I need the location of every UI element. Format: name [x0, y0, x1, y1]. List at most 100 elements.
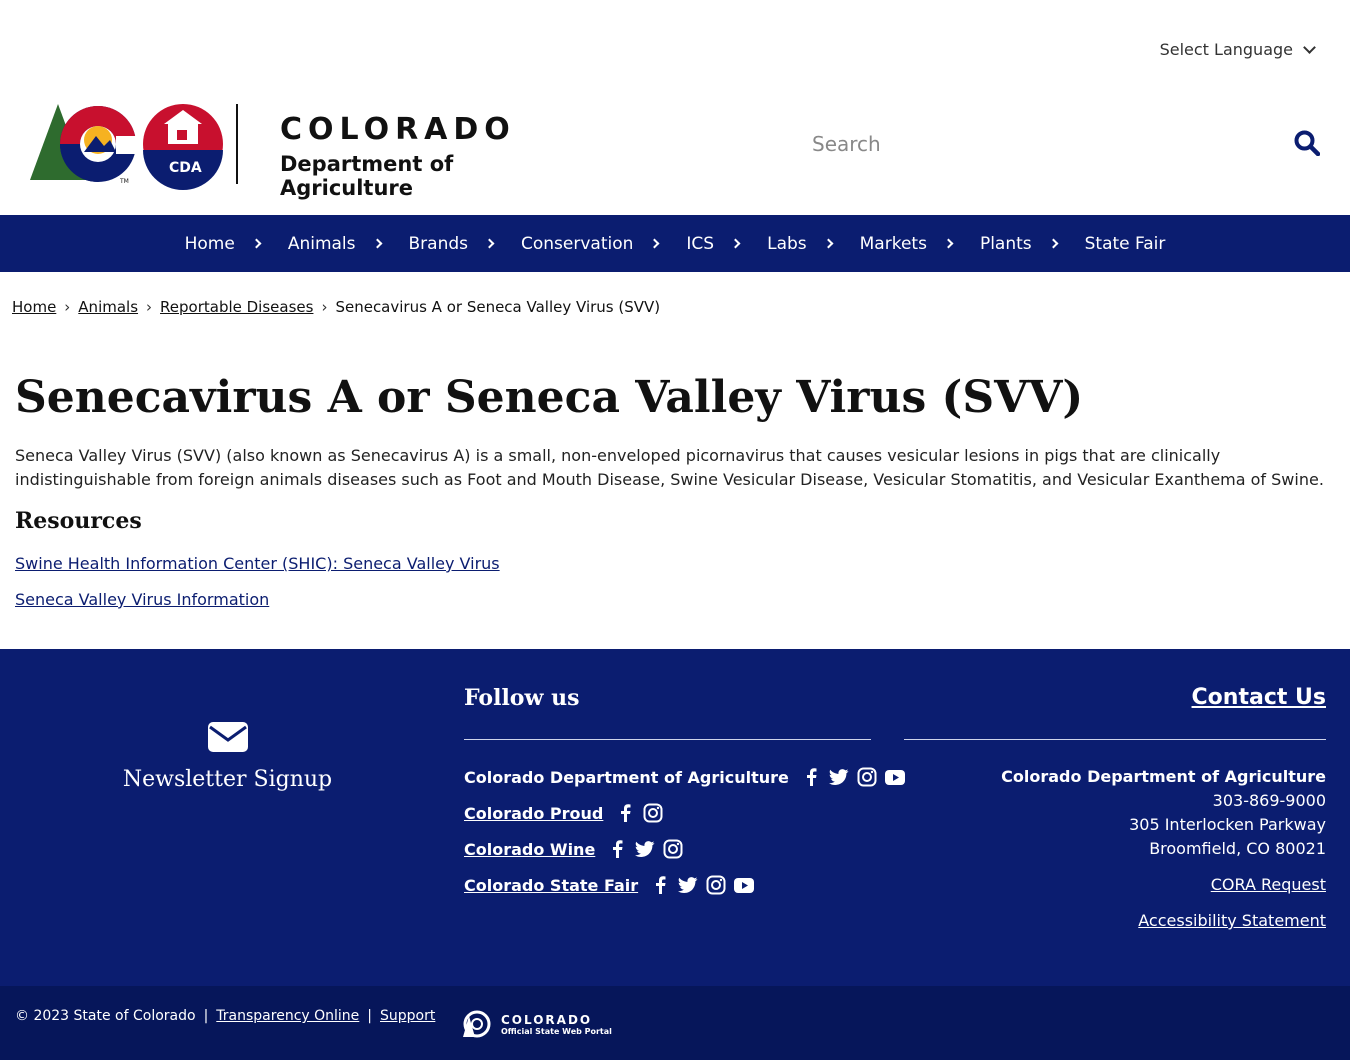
portal-subtitle: Official State Web Portal — [501, 1026, 612, 1036]
facebook-icon[interactable] — [650, 875, 670, 895]
nav-label: Animals — [287, 233, 356, 254]
social-row-cda: Colorado Department of Agriculture — [464, 767, 905, 787]
breadcrumb-reportable-diseases[interactable]: Reportable Diseases — [160, 298, 313, 316]
instagram-icon[interactable] — [663, 839, 683, 859]
social-name-link[interactable]: Colorado Proud — [464, 804, 603, 823]
support-link[interactable]: Support — [380, 1008, 435, 1024]
nav-label: Plants — [979, 233, 1032, 254]
breadcrumb: Home › Animals › Reportable Diseases › S… — [12, 298, 660, 316]
youtube-icon[interactable] — [734, 875, 755, 895]
nav-item-state-fair[interactable]: State Fair — [1071, 234, 1180, 254]
contact-phone: 303-869-9000 — [1212, 791, 1326, 810]
nav-item-markets[interactable]: Markets — [846, 234, 966, 254]
chevron-right-icon — [251, 238, 262, 249]
chevron-down-icon — [1303, 40, 1316, 54]
contact-us-link[interactable]: Contact Us — [1192, 685, 1326, 710]
legal-links: © 2023 State of Colorado | Transparency … — [15, 1008, 435, 1024]
resource-link-shic[interactable]: Swine Health Information Center (SHIC): … — [15, 554, 500, 573]
breadcrumb-separator: › — [64, 298, 71, 316]
nav-label: Conservation — [521, 233, 634, 254]
nav-label: Brands — [408, 233, 469, 254]
legal-separator: | — [203, 1008, 209, 1024]
social-row-colorado-wine: Colorado Wine — [464, 839, 683, 859]
nav-label: State Fair — [1084, 233, 1166, 254]
site-search — [800, 118, 1330, 170]
colorado-portal-icon — [463, 1010, 491, 1038]
main-nav: Home Animals Brands Conservation ICS Lab… — [0, 215, 1350, 272]
legal-separator: | — [367, 1008, 373, 1024]
portal-title: COLORADO — [501, 1012, 593, 1027]
breadcrumb-current: Senecavirus A or Seneca Valley Virus (SV… — [335, 298, 661, 316]
twitter-icon[interactable] — [828, 767, 849, 787]
social-name: Colorado Department of Agriculture — [464, 767, 789, 787]
twitter-icon[interactable] — [678, 875, 698, 895]
logo-department: Department of Agriculture — [280, 152, 454, 200]
accessibility-statement-link[interactable]: Accessibility Statement — [1138, 911, 1326, 930]
nav-item-home[interactable]: Home — [171, 234, 274, 254]
logo-colorado: COLORADO — [280, 112, 516, 147]
contact-address: Colorado Department of Agriculture 303-8… — [1001, 765, 1326, 861]
footer-divider — [904, 739, 1326, 740]
nav-item-animals[interactable]: Animals — [274, 234, 395, 254]
youtube-icon[interactable] — [884, 767, 905, 787]
nav-item-ics[interactable]: ICS — [672, 234, 753, 254]
colorado-portal-logo[interactable]: COLORADO Official State Web Portal — [455, 1010, 612, 1038]
page-title: Senecavirus A or Seneca Valley Virus (SV… — [15, 372, 1084, 423]
facebook-icon[interactable] — [615, 803, 635, 823]
chevron-right-icon — [1048, 238, 1059, 249]
chevron-right-icon — [730, 238, 741, 249]
cda-logo[interactable]: CDA TM COLORADO Department of Agricultur… — [30, 100, 550, 200]
cora-request-link[interactable]: CORA Request — [1211, 875, 1326, 894]
site-footer: Newsletter Signup Follow us Colorado Dep… — [0, 649, 1350, 986]
chevron-right-icon — [943, 238, 954, 249]
newsletter-signup[interactable]: Newsletter Signup — [0, 721, 455, 792]
nav-item-plants[interactable]: Plants — [966, 234, 1071, 254]
breadcrumb-home[interactable]: Home — [12, 298, 56, 316]
language-selector[interactable]: Select Language — [1159, 40, 1316, 59]
chevron-right-icon — [372, 238, 382, 249]
nav-item-labs[interactable]: Labs — [753, 234, 846, 254]
social-name-link[interactable]: Colorado State Fair — [464, 876, 638, 895]
transparency-online-link[interactable]: Transparency Online — [216, 1008, 359, 1024]
social-row-colorado-proud: Colorado Proud — [464, 803, 663, 823]
copyright: © 2023 State of Colorado — [15, 1008, 196, 1024]
newsletter-label: Newsletter Signup — [122, 767, 333, 792]
nav-label: Markets — [859, 233, 927, 254]
breadcrumb-animals[interactable]: Animals — [78, 298, 138, 316]
colorado-logo-icon — [30, 104, 223, 190]
breadcrumb-separator: › — [146, 298, 153, 316]
breadcrumb-separator: › — [321, 298, 328, 316]
footer-bottom-bar: © 2023 State of Colorado | Transparency … — [0, 986, 1350, 1060]
nav-label: Home — [184, 233, 235, 254]
contact-city: Broomfield, CO 80021 — [1149, 839, 1326, 858]
follow-us-heading: Follow us — [464, 685, 580, 711]
facebook-icon[interactable] — [607, 839, 627, 859]
contact-street: 305 Interlocken Parkway — [1129, 815, 1326, 834]
chevron-right-icon — [649, 238, 660, 249]
social-name-link[interactable]: Colorado Wine — [464, 840, 595, 859]
facebook-icon[interactable] — [801, 767, 821, 787]
resource-link-svv-info[interactable]: Seneca Valley Virus Information — [15, 590, 269, 609]
instagram-icon[interactable] — [857, 767, 877, 787]
chevron-right-icon — [484, 238, 495, 249]
cda-badge-text: CDA — [169, 160, 202, 176]
contact-org: Colorado Department of Agriculture — [1001, 767, 1326, 786]
language-label: Select Language — [1159, 40, 1293, 59]
nav-item-brands[interactable]: Brands — [395, 234, 508, 254]
nav-label: ICS — [686, 233, 715, 254]
trademark: TM — [120, 178, 129, 185]
resources-heading: Resources — [15, 508, 142, 534]
nav-label: Labs — [767, 233, 807, 254]
footer-divider — [464, 739, 871, 740]
instagram-icon[interactable] — [706, 875, 726, 895]
twitter-icon[interactable] — [635, 839, 655, 859]
intro-paragraph: Seneca Valley Virus (SVV) (also known as… — [15, 446, 1324, 489]
search-input[interactable] — [800, 132, 1270, 156]
instagram-icon[interactable] — [643, 803, 663, 823]
envelope-icon — [207, 722, 248, 752]
nav-item-conservation[interactable]: Conservation — [507, 234, 672, 254]
chevron-right-icon — [823, 238, 834, 249]
search-icon[interactable] — [1294, 130, 1321, 160]
logo-divider — [236, 104, 238, 184]
social-row-colorado-state-fair: Colorado State Fair — [464, 875, 755, 895]
